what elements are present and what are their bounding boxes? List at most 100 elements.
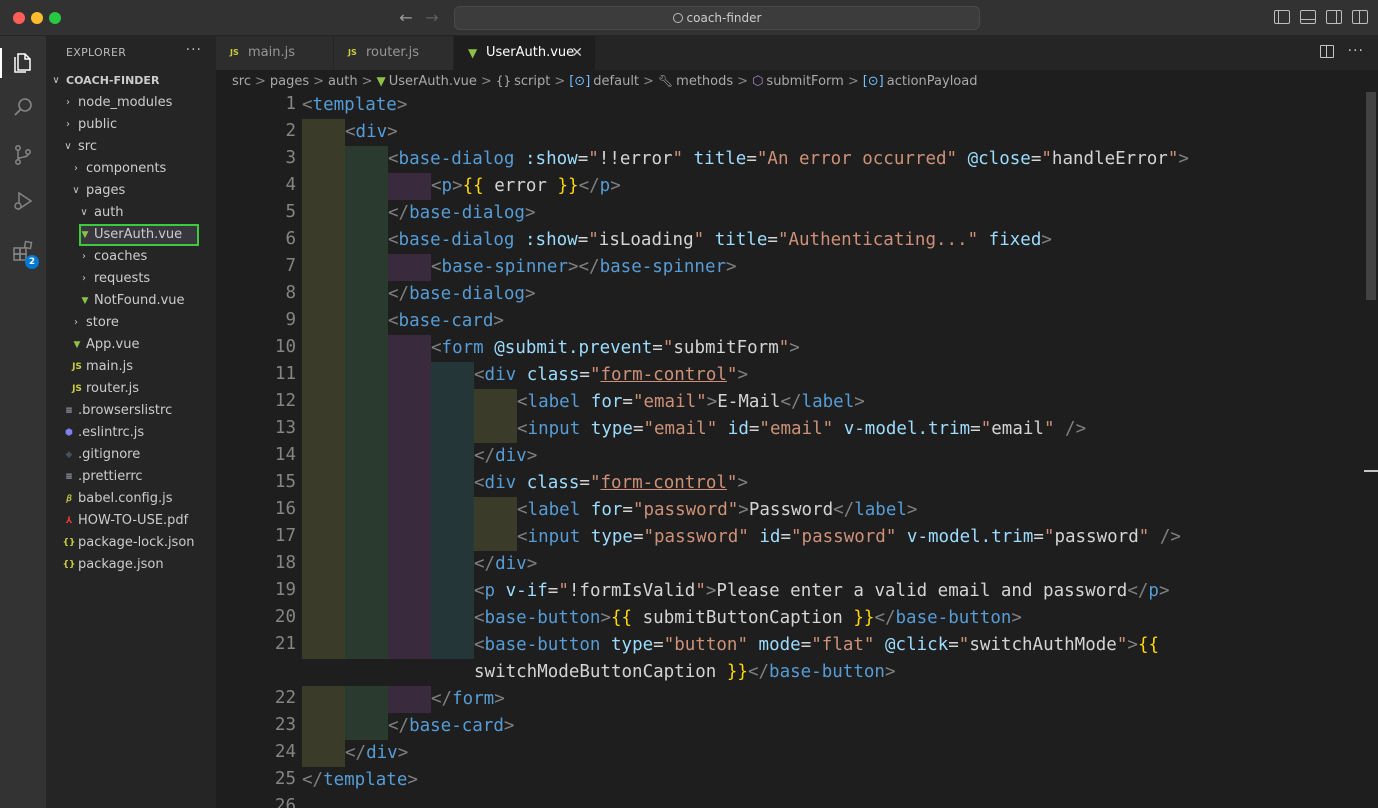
code-editor[interactable]: 1 2 3 4 5 6 7 8 9 10 11 12 13 14 15 16 17 18 19 20 21 22 23 24 2… <box>216 92 1378 808</box>
code-line: </div> <box>345 743 409 763</box>
js-file-icon: JS <box>72 384 82 394</box>
tree-root-label: COACH-FINDER <box>66 74 160 87</box>
tree-item-label: HOW-TO-USE.pdf <box>78 513 189 528</box>
maximize-window-button[interactable] <box>49 12 61 24</box>
split-editor-icon[interactable] <box>1319 45 1334 58</box>
code-line: </div> <box>474 554 538 574</box>
tree-item-router-js[interactable]: JS router.js <box>46 378 216 400</box>
tree-item-eslintrc-js[interactable]: ⬢ .eslintrc.js <box>46 422 216 444</box>
code-line: <div class="form-control"> <box>474 365 749 385</box>
run-debug-activity-button[interactable] <box>0 178 46 224</box>
chevron-right-icon: › <box>74 163 78 174</box>
scrollbar-thumb[interactable] <box>1366 92 1376 300</box>
indent-guide <box>302 686 345 767</box>
chevron-right-icon: > <box>480 74 492 89</box>
breadcrumb-item[interactable]: actionPayload <box>887 71 978 93</box>
line-number: 18 <box>274 553 296 573</box>
vue-file-icon: ▼ <box>468 46 478 60</box>
breadcrumb-item[interactable]: UserAuth.vue <box>389 71 477 93</box>
breadcrumb-item[interactable]: methods <box>676 71 733 93</box>
line-number: 25 <box>274 769 296 789</box>
toggle-primary-sidebar-icon[interactable] <box>1274 10 1290 24</box>
indent-guide <box>388 254 431 281</box>
tree-item-userauth-vue[interactable]: ▼ UserAuth.vue <box>79 224 199 246</box>
editor-tabs: JS main.js JS router.js ▼ UserAuth.vue ✕… <box>216 36 1378 70</box>
tree-item-store[interactable]: › store <box>46 312 216 334</box>
vue-file-icon: ▼ <box>73 340 81 350</box>
tree-item-main-js[interactable]: JS main.js <box>46 356 216 378</box>
vue-file-icon: ▼ <box>81 230 89 240</box>
tree-item-notfound-vue[interactable]: ▼ NotFound.vue <box>46 290 216 312</box>
tree-item-package-json[interactable]: {} package.json <box>46 554 216 576</box>
tree-item-src[interactable]: ∨ src <box>46 136 216 158</box>
more-actions-icon[interactable]: ··· <box>1348 44 1364 58</box>
tree-item-gitignore[interactable]: ◆ .gitignore <box>46 444 216 466</box>
chevron-right-icon: › <box>74 317 78 328</box>
search-activity-button[interactable] <box>0 84 46 130</box>
toggle-secondary-sidebar-icon[interactable] <box>1326 10 1342 24</box>
command-center-search[interactable]: coach-finder <box>454 6 980 30</box>
breadcrumb-item[interactable]: script <box>514 71 550 93</box>
tab-router-js[interactable]: JS router.js <box>334 36 454 70</box>
extensions-activity-button[interactable]: 2 <box>0 228 46 274</box>
tree-item-coaches[interactable]: › coaches <box>46 246 216 268</box>
chevron-right-icon: > <box>847 74 859 89</box>
tree-item-public[interactable]: › public <box>46 114 216 136</box>
tree-item-how-to-use-pdf[interactable]: ⅄ HOW-TO-USE.pdf <box>46 510 216 532</box>
chevron-down-icon: ∨ <box>64 141 72 152</box>
code-line: <base-button type="button" mode="flat" @… <box>474 635 1160 655</box>
line-number: 7 <box>285 256 296 276</box>
line-number: 14 <box>274 445 296 465</box>
close-window-button[interactable] <box>13 12 25 24</box>
tree-item-prettierrc[interactable]: ≡ .prettierrc <box>46 466 216 488</box>
tree-item-app-vue[interactable]: ▼ App.vue <box>46 334 216 356</box>
tab-label: router.js <box>366 45 420 60</box>
source-control-icon <box>15 145 31 165</box>
breadcrumb-item[interactable]: src <box>232 71 251 93</box>
tab-label: UserAuth.vue <box>486 45 575 60</box>
line-number: 16 <box>274 499 296 519</box>
line-number: 20 <box>274 607 296 627</box>
code-line: </template> <box>302 770 418 790</box>
tree-item-node-modules[interactable]: › node_modules <box>46 92 216 114</box>
tab-userauth-vue[interactable]: ▼ UserAuth.vue ✕ <box>454 36 596 70</box>
tree-item-requests[interactable]: › requests <box>46 268 216 290</box>
source-control-activity-button[interactable] <box>0 132 46 178</box>
customize-layout-icon[interactable] <box>1352 10 1368 24</box>
explorer-activity-button[interactable] <box>0 40 46 86</box>
line-number: 6 <box>285 229 296 249</box>
toggle-panel-icon[interactable] <box>1300 10 1316 24</box>
explorer-more-actions-icon[interactable]: ··· <box>186 42 202 58</box>
tree-item-package-lock-json[interactable]: {} package-lock.json <box>46 532 216 554</box>
indent-guide <box>388 686 431 713</box>
js-file-icon: JS <box>348 48 357 57</box>
tree-item-pages[interactable]: ∨ pages <box>46 180 216 202</box>
tree-root-coach-finder[interactable]: ∨ COACH-FINDER <box>46 70 216 92</box>
json-file-icon: {} <box>62 538 76 548</box>
minimize-window-button[interactable] <box>31 12 43 24</box>
back-arrow-icon[interactable]: ← <box>397 8 415 28</box>
code-line: <input type="email" id="email" v-model.t… <box>517 419 1087 439</box>
breadcrumb-item[interactable]: default <box>593 71 639 93</box>
forward-arrow-icon[interactable]: → <box>423 8 441 28</box>
tab-main-js[interactable]: JS main.js <box>216 36 334 70</box>
chevron-down-icon: ∨ <box>80 207 88 218</box>
breadcrumb-item[interactable]: submitForm <box>766 71 843 93</box>
tree-item-components[interactable]: › components <box>46 158 216 180</box>
close-tab-icon[interactable]: ✕ <box>571 36 583 70</box>
breadcrumb-item[interactable]: auth <box>328 71 358 93</box>
breadcrumb-item[interactable]: pages <box>270 71 309 93</box>
code-line: </form> <box>431 689 505 709</box>
line-number: 3 <box>285 148 296 168</box>
braces-icon: {} <box>495 74 512 88</box>
tree-item-auth[interactable]: ∨ auth <box>46 202 216 224</box>
tree-item-babel-config-js[interactable]: 𝛽 babel.config.js <box>46 488 216 510</box>
tree-item-label: .prettierrc <box>78 469 143 484</box>
indent-guide <box>302 119 345 659</box>
extensions-badge: 2 <box>25 255 39 269</box>
chevron-right-icon: > <box>313 74 325 89</box>
vertical-scrollbar[interactable] <box>1364 92 1378 808</box>
tree-item-browserslistrc[interactable]: ≡ .browserslistrc <box>46 400 216 422</box>
indent-guide <box>474 389 517 443</box>
search-icon <box>672 13 683 23</box>
